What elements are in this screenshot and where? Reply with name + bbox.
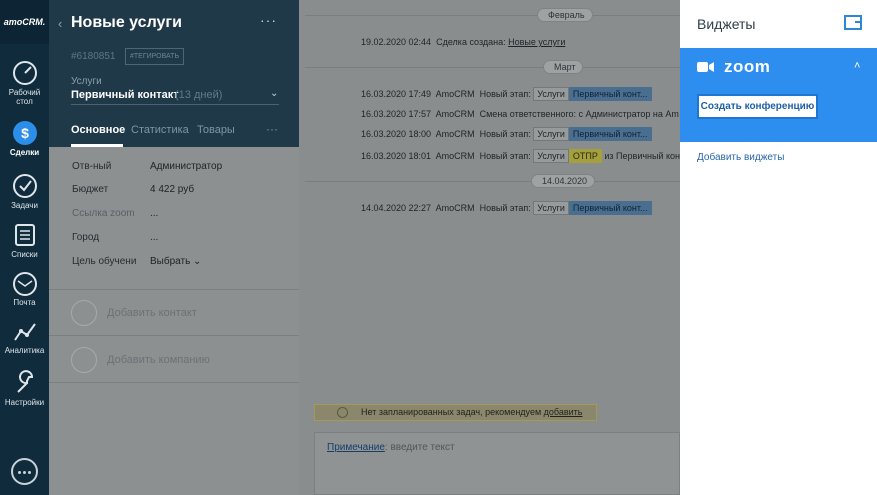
stage-chip: Услуги (533, 87, 569, 101)
tab-statistics[interactable]: Статистика (131, 124, 189, 136)
note-input[interactable]: Примечание: введите текст (314, 432, 680, 495)
feed-event: 16.03.2020 18:00 AmoCRM Новый этап: Услу… (361, 127, 652, 141)
deal-link[interactable]: Новые услуги (508, 37, 565, 47)
date-separator (305, 15, 680, 16)
field-label: Бюджет (72, 184, 109, 195)
nav-label: Почта (13, 298, 36, 307)
nav-analytics[interactable]: Аналитика (0, 320, 49, 355)
lists-icon (14, 224, 35, 246)
tab-main[interactable]: Основное (71, 124, 125, 136)
pipeline-label: Услуги (71, 76, 102, 87)
deal-title[interactable]: Новые услуги (71, 14, 182, 32)
add-contact-button[interactable]: Добавить контакт (107, 307, 197, 319)
video-camera-icon (697, 62, 714, 72)
date-separator (305, 67, 680, 68)
feed-event: 19.02.2020 02:44 Сделка создана: Новые у… (361, 37, 566, 47)
svg-text:$: $ (21, 125, 29, 141)
add-company-button[interactable]: Добавить компанию (107, 354, 210, 366)
tab-products[interactable]: Товары (197, 124, 235, 136)
nav-label: Списки (11, 250, 38, 259)
field-label: Отв-ный (72, 161, 112, 172)
add-contact-icon[interactable] (71, 300, 97, 326)
date-pill: 14.04.2020 (531, 174, 595, 188)
wrench-icon (16, 370, 33, 393)
field-label: Ссылка zoom (72, 208, 135, 219)
tag-button[interactable]: #ТЕГИРОВАТЬ (125, 48, 185, 65)
nav-dashboard[interactable]: Рабочий стол (0, 60, 49, 106)
deals-icon: $ (12, 121, 37, 145)
divider (49, 382, 299, 383)
main-nav: amoCRM. Рабочий стол $ Сделки Задачи Спи… (0, 0, 49, 495)
widgets-panel: Виджеты zoom ˄ Создать конференцию Добав… (680, 0, 877, 495)
nav-settings[interactable]: Настройки (0, 370, 49, 407)
stage-chip: Услуги (533, 127, 569, 141)
field-goal-value: Выбрать (150, 256, 191, 267)
field-goal-select[interactable]: Выбрать ⌄ (150, 256, 201, 267)
date-pill: Март (543, 60, 583, 74)
tabs-more-icon[interactable]: ··· (266, 122, 278, 136)
chat-icon[interactable] (11, 458, 38, 485)
clock-icon (337, 407, 348, 418)
stage-chip: Первичный конт... (568, 201, 652, 215)
stage-chip: Первичный конт... (568, 127, 652, 141)
zoom-widget: zoom ˄ Создать конференцию (680, 48, 877, 142)
mail-icon (12, 272, 37, 296)
zoom-logo: zoom (724, 57, 771, 76)
field-label: Город (72, 232, 100, 243)
feed-event: 16.03.2020 18:01 AmoCRM Новый этап: Услу… (361, 149, 685, 163)
nav-lists[interactable]: Списки (0, 222, 49, 259)
stage-chip: ОТПР (568, 149, 602, 163)
amocrm-logo[interactable]: amoCRM. (0, 0, 49, 44)
widgets-collapse-icon[interactable] (844, 15, 862, 30)
chevron-down-icon[interactable]: ⌄ (270, 88, 278, 99)
nav-label: Задачи (11, 201, 38, 210)
stage-chip: Услуги (533, 201, 569, 215)
field-budget[interactable]: 4 422 руб (150, 184, 194, 195)
date-pill: Февраль (537, 8, 593, 22)
note-placeholder: : введите текст (384, 442, 455, 453)
back-icon[interactable]: ‹ (58, 16, 62, 31)
feed-event: 16.03.2020 17:57 AmoCRM Смена ответствен… (361, 109, 679, 119)
field-label: Цель обучени (72, 256, 137, 267)
nav-deals[interactable]: $ Сделки (0, 120, 49, 157)
nav-label: Рабочий стол (8, 88, 41, 106)
note-type-link[interactable]: Примечание (327, 442, 385, 453)
divider (49, 335, 299, 336)
nav-label: Сделки (9, 148, 40, 157)
feed-event: 16.03.2020 17:49 AmoCRM Новый этап: Услу… (361, 87, 652, 101)
nav-mail[interactable]: Почта (0, 272, 49, 307)
nav-tasks[interactable]: Задачи (0, 173, 49, 210)
date-separator (305, 181, 680, 182)
add-task-link[interactable]: добавить (544, 407, 583, 417)
deal-menu-icon[interactable]: ··· (260, 12, 277, 28)
field-zoom-link[interactable]: ... (150, 208, 158, 219)
add-company-icon[interactable] (71, 347, 97, 373)
feed-event: 14.04.2020 22:27 AmoCRM Новый этап: Услу… (361, 201, 652, 215)
add-widgets-link[interactable]: Добавить виджеты (697, 152, 784, 163)
stage-days: (13 дней) (175, 89, 223, 101)
analytics-icon (13, 323, 36, 341)
divider (49, 289, 299, 290)
chevron-up-icon[interactable]: ˄ (854, 60, 860, 72)
field-city[interactable]: ... (150, 232, 158, 243)
no-tasks-bar: Нет запланированных задач, рекомендуем д… (314, 404, 597, 421)
nav-label: Настройки (4, 398, 45, 407)
stage-chip: Услуги (533, 149, 569, 163)
tasks-icon (12, 174, 37, 198)
field-responsible[interactable]: Администратор (150, 161, 222, 172)
stage-chip: Первичный конт... (568, 87, 652, 101)
divider (71, 104, 279, 105)
stage-select[interactable]: Первичный контакт (71, 89, 179, 101)
nav-label: Аналитика (4, 346, 45, 355)
create-conference-button[interactable]: Создать конференцию (697, 94, 818, 119)
deal-id: #6180851 (71, 51, 116, 62)
dashboard-icon (12, 61, 37, 85)
panel-title: Виджеты (697, 16, 756, 32)
